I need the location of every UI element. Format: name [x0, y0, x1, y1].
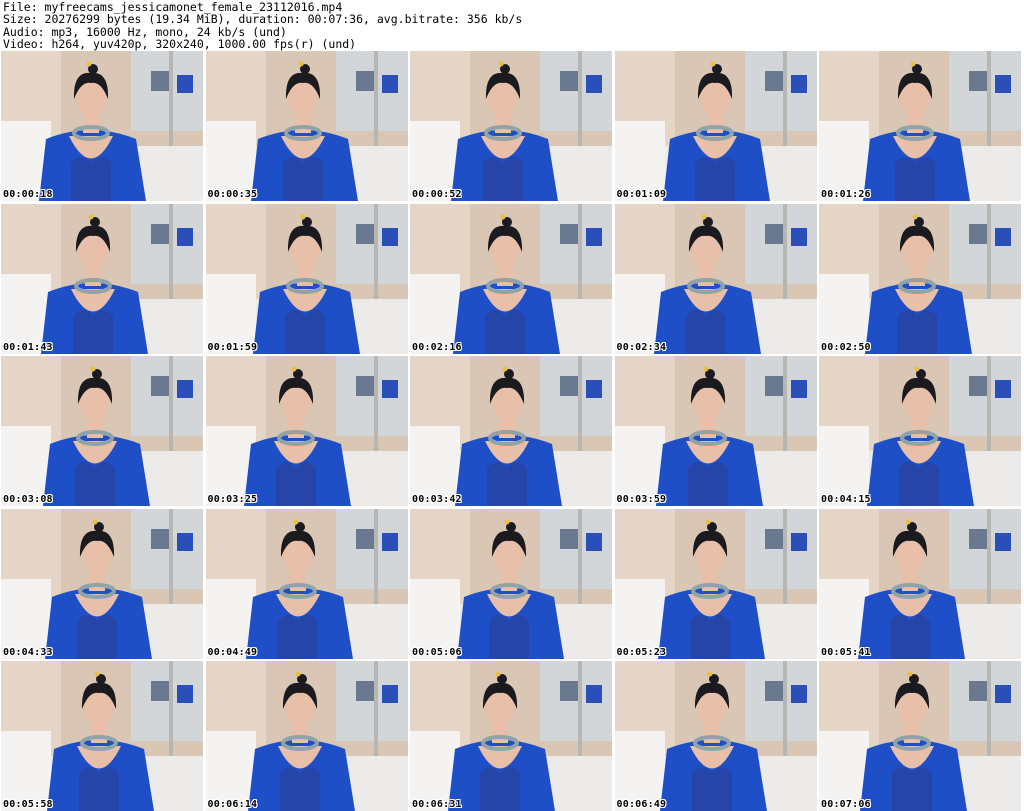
thumbnail-frame[interactable]: 00:02:50: [819, 203, 1021, 354]
thumbnail-frame[interactable]: 00:03:42: [410, 356, 612, 506]
thumbnail-frame[interactable]: 00:04:15: [819, 356, 1021, 506]
video-frame-icon: [410, 508, 612, 659]
thumbnail-frame[interactable]: 00:05:23: [614, 508, 817, 659]
video-frame-icon: [819, 508, 1021, 659]
timestamp-label: 00:00:52: [412, 189, 462, 200]
timestamp-label: 00:03:42: [412, 494, 462, 505]
video-frame-icon: [614, 203, 817, 354]
thumbnail-frame[interactable]: 00:05:41: [819, 508, 1021, 659]
video-frame-icon: [410, 661, 612, 811]
video-frame-icon: [1, 203, 203, 354]
video-frame-icon: [819, 661, 1021, 811]
thumbnail-frame[interactable]: 00:05:06: [410, 508, 612, 659]
timestamp-label: 00:03:08: [3, 494, 53, 505]
video-frame-icon: [205, 661, 408, 811]
timestamp-label: 00:03:25: [207, 494, 258, 505]
thumbnail-frame[interactable]: 00:00:18: [1, 51, 203, 201]
timestamp-label: 00:02:34: [616, 341, 667, 353]
thumbnail-frame[interactable]: 00:07:06: [819, 661, 1021, 811]
timestamp-label: 00:03:59: [616, 494, 667, 505]
thumbnail-frame[interactable]: 00:03:08: [1, 356, 203, 506]
timestamp-label: 00:01:43: [3, 341, 53, 353]
file-size-line: Size: 20276299 bytes (19.34 MiB), durati…: [3, 12, 523, 27]
video-frame-icon: [614, 661, 817, 811]
timestamp-label: 00:05:41: [821, 646, 871, 658]
thumbnail-frame[interactable]: 00:04:49: [205, 508, 408, 659]
thumbnail-frame[interactable]: 00:06:49: [614, 661, 817, 811]
timestamp-label: 00:05:06: [412, 646, 462, 658]
video-frame-icon: [205, 508, 408, 659]
timestamp-label: 00:01:26: [821, 189, 871, 200]
thumbnail-frame[interactable]: 00:06:31: [410, 661, 612, 811]
thumbnail-frame[interactable]: 00:03:59: [614, 356, 817, 506]
thumbnail-frame[interactable]: 00:02:34: [614, 203, 817, 354]
thumbnail-frame[interactable]: 00:01:26: [819, 51, 1021, 201]
thumbnail-frame[interactable]: 00:00:52: [410, 51, 612, 201]
thumbnail-frame[interactable]: 00:00:35: [205, 51, 408, 201]
video-frame-icon: [614, 508, 817, 659]
video-info-line: Video: h264, yuv420p, 320x240, 1000.00 f…: [3, 37, 357, 52]
timestamp-label: 00:06:14: [207, 799, 258, 810]
timestamp-label: 00:06:31: [412, 799, 462, 810]
video-frame-icon: [614, 356, 817, 506]
timestamp-label: 00:00:35: [207, 189, 258, 200]
timestamp-label: 00:07:06: [821, 799, 871, 810]
timestamp-label: 00:05:58: [3, 799, 53, 810]
timestamp-label: 00:02:16: [412, 341, 462, 353]
timestamp-label: 00:04:49: [207, 646, 258, 658]
thumbnail-grid: 00:00:18 00:00:35 00:00:52 00:01:09 00:01:26…: [0, 51, 1024, 811]
video-frame-icon: [205, 203, 408, 354]
thumbnail-frame[interactable]: 00:01:43: [1, 203, 203, 354]
timestamp-label: 00:04:33: [3, 646, 53, 658]
timestamp-label: 00:00:18: [3, 189, 53, 200]
video-frame-icon: [819, 356, 1021, 506]
thumbnail-frame[interactable]: 00:01:59: [205, 203, 408, 354]
thumbnail-frame[interactable]: 00:03:25: [205, 356, 408, 506]
video-frame-icon: [410, 203, 612, 354]
video-frame-icon: [1, 51, 203, 201]
timestamp-label: 00:01:59: [207, 341, 258, 353]
timestamp-label: 00:05:23: [616, 646, 667, 658]
video-frame-icon: [205, 51, 408, 201]
video-frame-icon: [819, 51, 1021, 201]
video-frame-icon: [1, 661, 203, 811]
timestamp-label: 00:04:15: [821, 494, 871, 505]
thumbnail-frame[interactable]: 00:02:16: [410, 203, 612, 354]
thumbnail-frame[interactable]: 00:01:09: [614, 51, 817, 201]
file-info-header: File: myfreecams_jessicamonet_female_231…: [3, 1, 522, 51]
timestamp-label: 00:02:50: [821, 341, 871, 353]
video-frame-icon: [205, 356, 408, 506]
timestamp-label: 00:01:09: [616, 189, 667, 200]
video-frame-icon: [410, 51, 612, 201]
thumbnail-frame[interactable]: 00:05:58: [1, 661, 203, 811]
thumbnail-frame[interactable]: 00:04:33: [1, 508, 203, 659]
video-frame-icon: [1, 356, 203, 506]
video-frame-icon: [410, 356, 612, 506]
thumbnail-frame[interactable]: 00:06:14: [205, 661, 408, 811]
timestamp-label: 00:06:49: [616, 799, 667, 810]
video-frame-icon: [614, 51, 817, 201]
video-frame-icon: [819, 203, 1021, 354]
video-frame-icon: [1, 508, 203, 659]
